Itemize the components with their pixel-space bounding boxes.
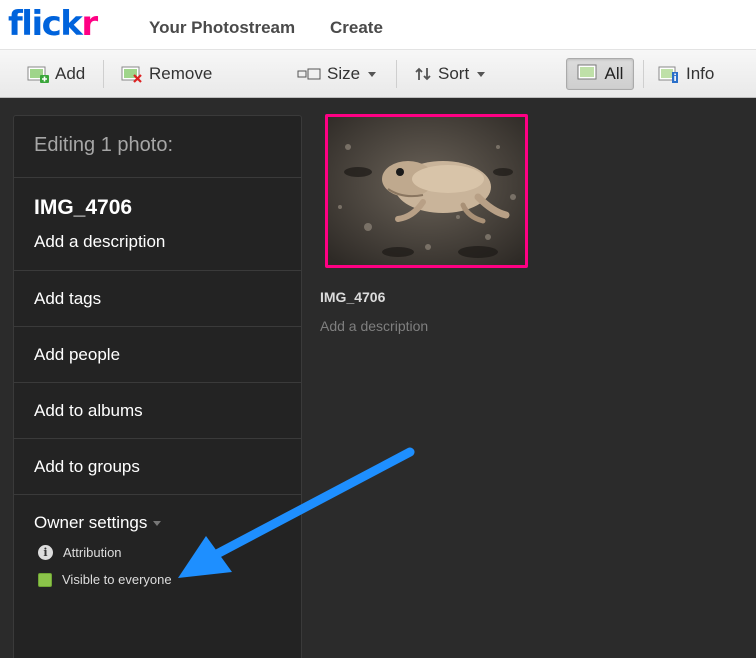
attribution-setting[interactable]: i Attribution [34,545,281,560]
owner-settings-label: Owner settings [34,513,148,532]
add-tags-row[interactable]: Add tags [14,271,301,327]
remove-label: Remove [149,64,213,83]
add-label: Add [55,64,86,83]
toolbar-divider [396,60,397,88]
panel-heading: Editing 1 photo: [14,116,301,178]
remove-photo-icon [121,65,143,83]
photo-thumbnail[interactable] [325,114,528,268]
nav-your-photostream[interactable]: Your Photostream [149,18,295,38]
flickr-logo[interactable]: flickr [8,4,98,44]
logo-text-pink: r [81,4,98,44]
select-all-icon [577,64,597,85]
toolbar-divider [103,60,104,88]
owner-settings-toggle[interactable]: Owner settings [34,513,281,533]
sort-dropdown[interactable]: Sort [414,59,486,89]
visibility-label: Visible to everyone [62,572,172,587]
visibility-setting[interactable]: Visible to everyone [34,572,281,587]
add-to-albums-row[interactable]: Add to albums [14,383,301,439]
add-people-row[interactable]: Add people [14,327,301,383]
info-panel-icon [658,65,680,83]
attribution-label: Attribution [63,545,122,560]
photo-title-field[interactable]: IMG_4706 [34,196,281,220]
photo-caption-description[interactable]: Add a description [320,318,428,334]
title-description-block: IMG_4706 Add a description [14,178,301,271]
logo-text-blue: flick [8,4,83,44]
size-dropdown[interactable]: Size [297,59,377,89]
all-label: All [604,64,624,83]
add-button[interactable]: Add [27,59,85,89]
edit-panel: Editing 1 photo: IMG_4706 Add a descript… [13,115,302,658]
info-button[interactable]: Info [658,59,714,89]
owner-settings-section: Owner settings i Attribution Visible to … [14,495,301,587]
chevron-down-icon [153,521,162,527]
info-circle-icon: i [38,545,53,560]
description-field[interactable]: Add a description [34,232,281,252]
sort-arrows-icon [414,66,432,82]
chevron-down-icon [368,71,377,77]
size-label: Size [327,64,361,83]
chevron-down-icon [477,71,486,77]
photo-caption-title[interactable]: IMG_4706 [320,289,385,305]
select-all-button[interactable]: All [566,58,634,90]
frog-photo-image [328,117,525,265]
organizer-toolbar: Add Remove Size Sort All Info [0,50,756,98]
toolbar-divider [643,60,644,88]
remove-button[interactable]: Remove [121,59,212,89]
info-label: Info [686,64,715,83]
sort-label: Sort [438,64,470,83]
top-bar: flickr Your Photostream Create [0,0,756,50]
nav-create[interactable]: Create [330,18,383,38]
add-photo-icon [27,65,49,83]
size-icon [297,68,321,80]
visibility-public-icon [38,572,52,587]
add-to-groups-row[interactable]: Add to groups [14,439,301,495]
